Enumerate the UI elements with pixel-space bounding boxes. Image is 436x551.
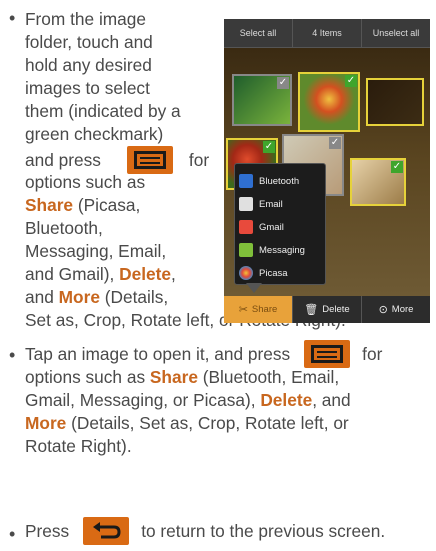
back-key-icon [83, 517, 130, 545]
text-line: options such as [25, 172, 146, 192]
share-button-label: Share [251, 304, 278, 315]
select-all-button[interactable]: Select all [224, 19, 293, 47]
text-run: for [188, 149, 210, 170]
menu-item-label: Bluetooth [259, 175, 300, 187]
image-thumbnail[interactable]: ✓ [350, 158, 406, 206]
share-button[interactable]: ✂ Share [224, 296, 293, 323]
text-line: and Gmail), Delete, [25, 263, 176, 286]
text-line: folder, touch and [25, 32, 153, 52]
text-line: images to select [25, 78, 150, 98]
menu-item-bluetooth[interactable]: Bluetooth [239, 170, 323, 192]
item-count-label: 4 Items [293, 19, 362, 47]
text-run: and press [25, 149, 101, 170]
text-run: Gmail, Messaging, or Picasa), [25, 390, 256, 410]
text-line: Bluetooth, [25, 218, 103, 238]
text-line: them (indicated by a [25, 101, 181, 121]
delete-term: Delete [119, 264, 172, 284]
share-menu: Bluetooth Email Gmail Messaging Picasa [234, 163, 326, 285]
selection-top-bar: Select all 4 Items Unselect all [224, 19, 430, 48]
text-line: From the image [25, 9, 147, 29]
bullet-dot: • [9, 8, 16, 28]
menu-item-gmail[interactable]: Gmail [239, 216, 323, 238]
image-thumbnail[interactable]: ✓ [298, 72, 360, 132]
text-run: options such as [25, 367, 146, 387]
menu-item-label: Gmail [259, 221, 284, 233]
share-term: Share [149, 367, 198, 387]
text-line: Share (Picasa, [25, 194, 140, 217]
bullet-dot: • [9, 345, 16, 365]
text-line: Gmail, Messaging, or Picasa), Delete, an… [25, 389, 351, 412]
menu-item-label: Picasa [259, 267, 288, 279]
menu-key-icon [126, 146, 173, 174]
delete-button-label: Delete [322, 304, 350, 315]
text-line: and More (Details, [25, 286, 168, 309]
trash-icon: 🗑 [304, 304, 319, 316]
bluetooth-icon [239, 174, 253, 188]
check-icon: ✓ [277, 77, 289, 89]
more-term: More [25, 413, 67, 433]
check-icon: ✓ [345, 75, 357, 87]
check-icon: ✓ [263, 141, 275, 153]
email-icon [239, 197, 253, 211]
text-run: to return to the previous screen. [141, 520, 386, 541]
text-run: (Details, Set as, Crop, Rotate left, or [71, 413, 349, 433]
menu-item-label: Email [259, 198, 283, 210]
share-icon: ✂ [238, 304, 248, 316]
menu-caret [246, 283, 262, 293]
more-button-label: More [391, 304, 414, 315]
menu-item-messaging[interactable]: Messaging [239, 239, 323, 261]
check-icon: ✓ [329, 137, 341, 149]
share-term: Share [25, 195, 74, 215]
text-run: Press [25, 520, 70, 541]
text-run: (Picasa, [77, 195, 141, 215]
text-line: Press to return to the previous screen. [25, 517, 385, 545]
text-run: (Details, [104, 287, 169, 307]
text-line: options such as Share (Bluetooth, Email, [25, 366, 339, 389]
delete-button[interactable]: 🗑 Delete [293, 296, 362, 323]
text-line: hold any desired [25, 55, 152, 75]
text-run: , [171, 264, 176, 284]
more-icon: ⊙ [378, 304, 388, 316]
text-run: (Bluetooth, Email, [202, 367, 340, 387]
text-line: Rotate Right). [25, 436, 132, 456]
image-thumbnail[interactable] [366, 78, 424, 126]
menu-item-picasa[interactable]: Picasa [239, 262, 323, 284]
image-thumbnail[interactable]: ✓ [232, 74, 292, 126]
gmail-icon [239, 220, 253, 234]
gallery-screenshot: Select all 4 Items Unselect all ✓ ✓ ✓ ✓ … [224, 19, 430, 323]
more-button[interactable]: ⊙ More [362, 296, 430, 323]
text-line: green checkmark) [25, 124, 164, 144]
action-bar: ✂ Share 🗑 Delete ⊙ More [224, 296, 430, 323]
text-run: , and [312, 390, 351, 410]
text-line: Messaging, Email, [25, 241, 167, 261]
text-run: and [25, 287, 54, 307]
text-line: Tap an image to open it, and press for [25, 340, 382, 368]
picasa-icon [239, 266, 253, 280]
check-icon: ✓ [391, 161, 403, 173]
menu-item-label: Messaging [259, 244, 305, 256]
menu-item-email[interactable]: Email [239, 193, 323, 215]
text-run: for [362, 343, 383, 364]
text-line: and press for [25, 146, 209, 174]
text-line: More (Details, Set as, Crop, Rotate left… [25, 412, 349, 435]
bullet-dot: • [9, 524, 16, 544]
delete-term: Delete [260, 390, 313, 410]
menu-key-icon [304, 340, 351, 368]
messaging-icon [239, 243, 253, 257]
text-run: Tap an image to open it, and press [25, 343, 291, 364]
text-run: and Gmail), [25, 264, 115, 284]
more-term: More [58, 287, 100, 307]
unselect-all-button[interactable]: Unselect all [362, 19, 430, 47]
